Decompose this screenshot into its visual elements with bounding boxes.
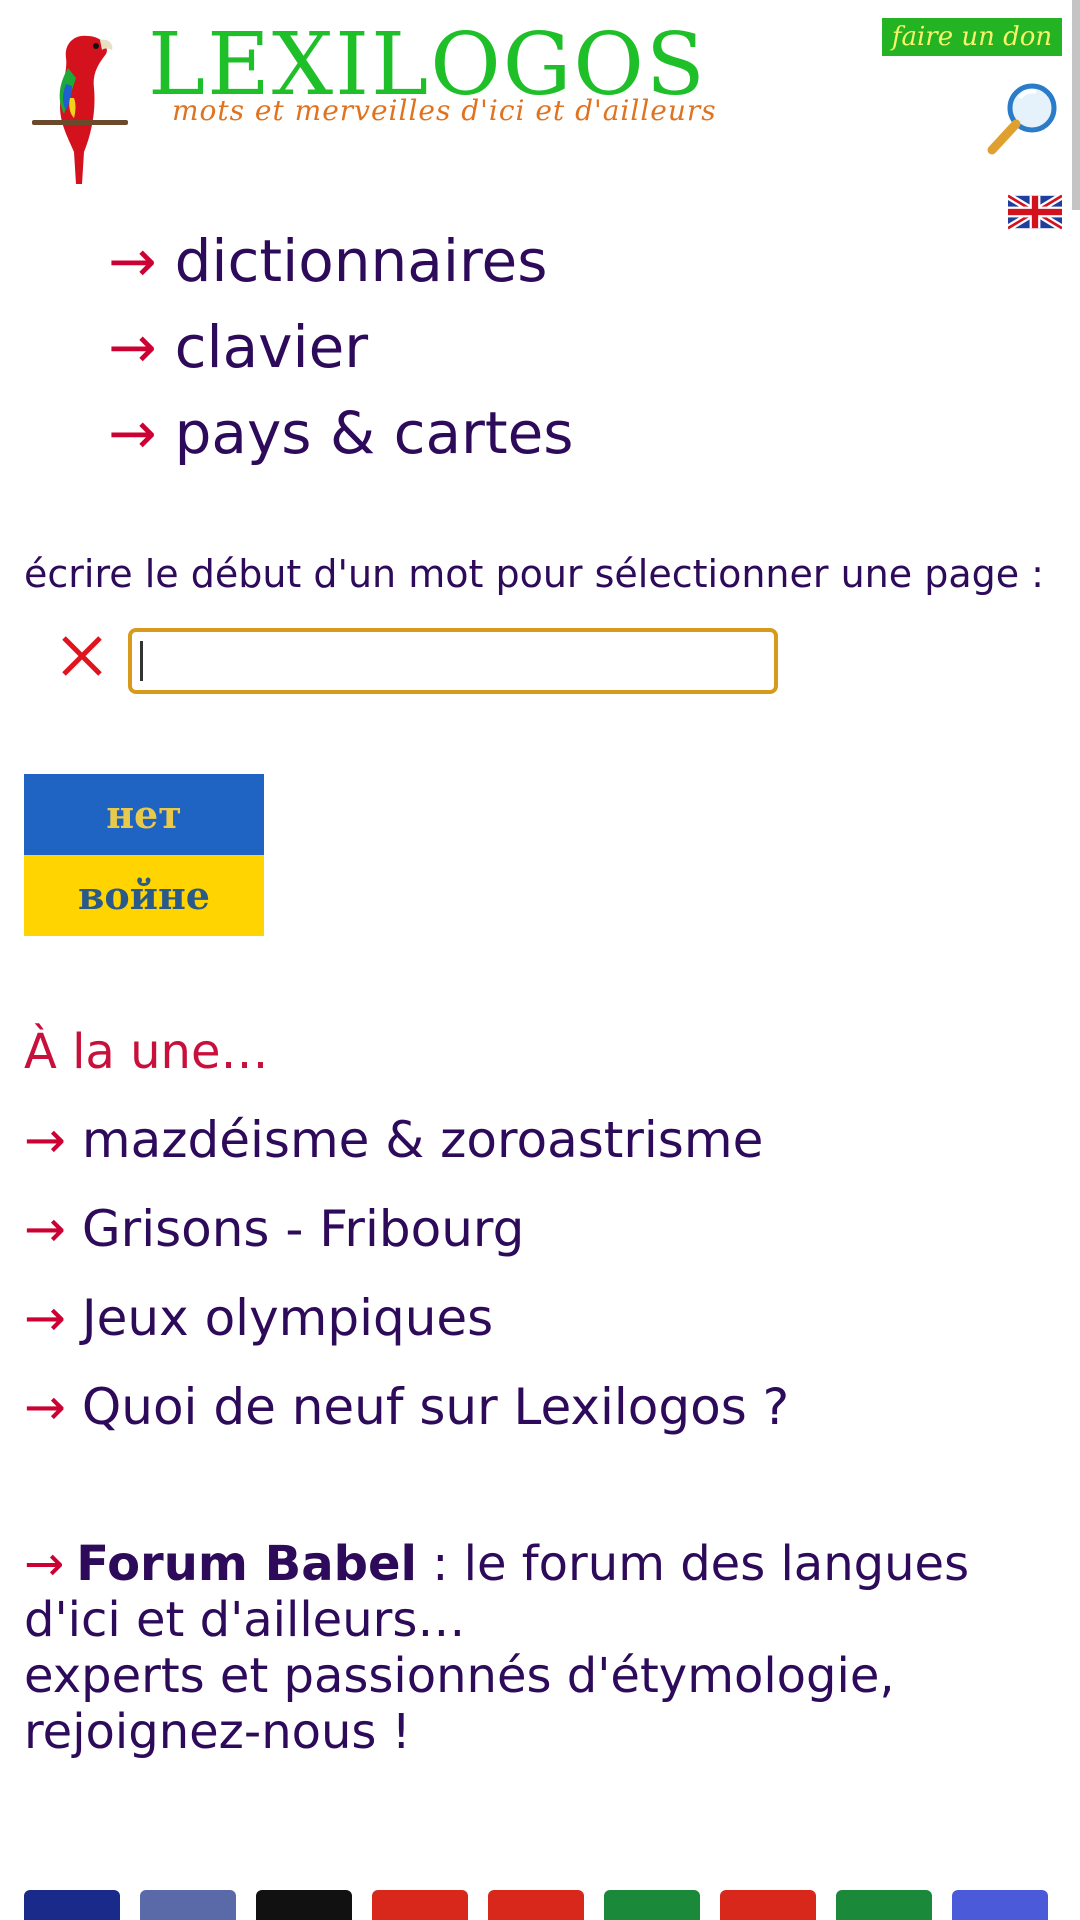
forum-babel-link[interactable]: Forum Babel (76, 1536, 417, 1592)
text-caret (140, 641, 143, 681)
news-link-jeux-olympiques[interactable]: → Jeux olympiques (24, 1274, 789, 1363)
arrow-icon: → (24, 1536, 65, 1592)
language-flag-icon[interactable] (372, 1890, 468, 1920)
magnifier-search-icon[interactable] (984, 78, 1064, 158)
language-flag-icon[interactable] (952, 1890, 1048, 1920)
nav-link-dictionnaires[interactable]: → dictionnaires (108, 218, 574, 304)
news-link-label: Grisons - Fribourg (81, 1200, 525, 1258)
donate-button[interactable]: faire un don (882, 18, 1062, 56)
arrow-icon: → (24, 1200, 66, 1258)
banner-bottom-text: войне (24, 855, 264, 936)
page: LEXILOGOS mots et merveilles d'ici et d'… (0, 0, 1080, 1920)
nav-link-label: dictionnaires (174, 227, 548, 295)
main-navigation: → dictionnaires → clavier → pays & cartes (108, 218, 574, 476)
news-list: → mazdéisme & zoroastrisme → Grisons - Fri… (24, 1096, 789, 1452)
arrow-icon: → (24, 1111, 66, 1169)
no-war-banner[interactable]: нет войне (24, 774, 264, 936)
nav-link-label: clavier (174, 313, 369, 381)
arrow-icon: → (24, 1289, 66, 1347)
language-flag-icon[interactable] (720, 1890, 816, 1920)
english-flag-icon[interactable] (1008, 194, 1062, 230)
nav-link-pays-cartes[interactable]: → pays & cartes (108, 390, 574, 476)
search-instruction-label: écrire le début d'un mot pour sélectionn… (24, 552, 1044, 596)
news-heading: À la une… (24, 1024, 269, 1080)
news-link-mazdeisme[interactable]: → mazdéisme & zoroastrisme (24, 1096, 789, 1185)
clear-search-icon[interactable] (60, 634, 104, 678)
page-search-input[interactable] (128, 628, 778, 694)
nav-link-label: pays & cartes (174, 399, 574, 467)
page-scrollbar[interactable] (1072, 0, 1080, 210)
news-link-label: mazdéisme & zoroastrisme (81, 1111, 764, 1169)
language-flag-icon[interactable] (24, 1890, 120, 1920)
language-flag-icon[interactable] (256, 1890, 352, 1920)
news-link-label: Jeux olympiques (81, 1289, 494, 1347)
forum-invitation: experts et passionnés d'étymologie, rejo… (24, 1648, 895, 1760)
arrow-icon: → (108, 227, 157, 295)
news-link-grisons-fribourg[interactable]: → Grisons - Fribourg (24, 1185, 789, 1274)
nav-link-clavier[interactable]: → clavier (108, 304, 574, 390)
site-tagline: mots et merveilles d'ici et d'ailleurs (172, 94, 717, 127)
language-flag-icon[interactable] (140, 1890, 236, 1920)
arrow-icon: → (24, 1378, 66, 1436)
language-flag-icon[interactable] (604, 1890, 700, 1920)
banner-top-text: нет (24, 774, 264, 855)
language-flag-icon[interactable] (836, 1890, 932, 1920)
news-link-quoi-de-neuf[interactable]: → Quoi de neuf sur Lexilogos ? (24, 1363, 789, 1452)
arrow-icon: → (108, 313, 157, 381)
parrot-logo-icon[interactable] (30, 28, 130, 188)
forum-section: → Forum Babel : le forum des langues d'ic… (24, 1536, 1044, 1760)
language-flags-strip (24, 1890, 1054, 1920)
news-link-label: Quoi de neuf sur Lexilogos ? (81, 1378, 790, 1436)
arrow-icon: → (108, 399, 157, 467)
language-flag-icon[interactable] (488, 1890, 584, 1920)
